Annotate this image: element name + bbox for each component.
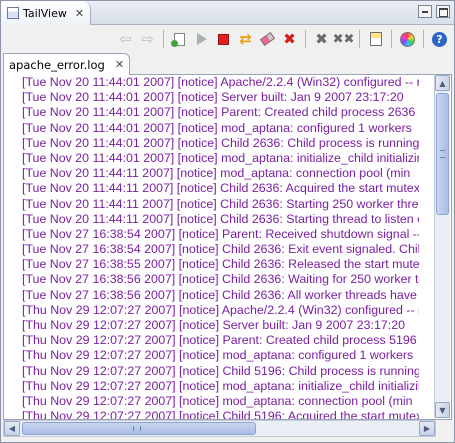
- toolbar-separator: [423, 30, 424, 48]
- maximize-icon[interactable]: [436, 5, 450, 18]
- log-line: [Tue Nov 20 11:44:01 2007] [notice] mod_…: [22, 120, 412, 135]
- vertical-scroll-thumb[interactable]: [436, 93, 449, 215]
- toolbar-separator: [305, 30, 306, 48]
- properties-icon[interactable]: [365, 29, 386, 49]
- view-toolbar: ⇦ ⇨ ⇄ ✖ ✖ ✖✖ ?: [1, 25, 454, 53]
- minimize-icon[interactable]: [418, 5, 432, 18]
- log-line: [Thu Nov 29 12:07:27 2007] [notice] Apac…: [22, 302, 419, 317]
- log-line: [Thu Nov 29 12:07:27 2007] [notice] Pare…: [22, 333, 417, 348]
- scrollbar-corner: [436, 420, 452, 437]
- stop-tail-icon[interactable]: [213, 29, 234, 49]
- tailview-panel: TailView ✕ ⇦ ⇨ ⇄ ✖ ✖ ✖✖ ? apache_error.l…: [0, 0, 455, 443]
- remove-icon[interactable]: ✖: [311, 29, 332, 49]
- log-line: [Thu Nov 29 12:07:27 2007] [notice] mod_…: [22, 348, 414, 363]
- open-log-file-icon[interactable]: [169, 29, 190, 49]
- tab-apache-error-log[interactable]: apache_error.log ✕: [3, 53, 130, 75]
- log-line: [Tue Nov 20 11:44:01 2007] [notice] Pare…: [22, 105, 416, 120]
- view-tab-bar: TailView ✕: [1, 1, 454, 25]
- scroll-right-icon[interactable]: ▶: [419, 421, 435, 436]
- log-viewer[interactable]: [Tue Nov 20 11:44:01 2007] [notice] Apac…: [3, 75, 452, 420]
- log-line: [Thu Nov 29 12:07:27 2007] [notice] mod_…: [22, 378, 419, 393]
- toolbar-separator: [391, 30, 392, 48]
- log-line: [Thu Nov 29 12:07:27 2007] [notice] Chil…: [22, 409, 419, 420]
- tailview-tab[interactable]: TailView ✕: [1, 1, 91, 25]
- log-line: [Tue Nov 27 16:38:56 2007] [notice] Chil…: [22, 287, 419, 302]
- toolbar-separator: [359, 30, 360, 48]
- window-controls: [418, 5, 450, 18]
- log-line: [Tue Nov 27 16:38:54 2007] [notice] Pare…: [22, 226, 419, 241]
- forward-arrow-icon[interactable]: ⇨: [137, 29, 158, 49]
- log-line: [Tue Nov 20 11:44:01 2007] [notice] Chil…: [22, 135, 419, 150]
- log-line: [Tue Nov 20 11:44:11 2007] [notice] Chil…: [22, 196, 419, 211]
- horizontal-scrollbar[interactable]: ◀ ▶: [3, 420, 436, 437]
- close-tab-icon[interactable]: ✕: [115, 58, 124, 71]
- log-line: [Thu Nov 29 12:07:27 2007] [notice] mod_…: [22, 393, 413, 408]
- refresh-icon[interactable]: ⇄: [235, 29, 256, 49]
- view-tab-label: TailView: [23, 6, 67, 20]
- toolbar-separator: [163, 30, 164, 48]
- editor-tab-bar: apache_error.log ✕: [3, 53, 452, 75]
- log-line: [Tue Nov 20 11:44:11 2007] [notice] Chil…: [22, 211, 419, 226]
- close-view-icon[interactable]: ✕: [75, 7, 84, 20]
- log-line: [Thu Nov 29 12:07:27 2007] [notice] Serv…: [22, 318, 405, 332]
- scroll-left-icon[interactable]: ◀: [4, 421, 20, 436]
- scroll-down-icon[interactable]: ▼: [435, 402, 450, 418]
- clear-console-icon[interactable]: [257, 29, 278, 49]
- editor-tab-label: apache_error.log: [9, 57, 105, 72]
- log-lines: [Tue Nov 20 11:44:01 2007] [notice] Apac…: [22, 75, 419, 420]
- log-line: [Tue Nov 27 16:38:56 2007] [notice] Chil…: [22, 272, 419, 287]
- remove-all-icon[interactable]: ✖✖: [333, 29, 355, 49]
- log-line: [Tue Nov 27 16:38:54 2007] [notice] Chil…: [22, 242, 419, 257]
- log-line: [Tue Nov 20 11:44:01 2007] [notice] mod_…: [22, 150, 419, 165]
- log-line: [Tue Nov 20 11:44:01 2007] [notice] Serv…: [22, 90, 404, 105]
- vertical-scrollbar[interactable]: ▲ ▼: [434, 75, 450, 418]
- remove-red-icon[interactable]: ✖: [279, 29, 300, 49]
- tailview-icon: [7, 7, 19, 19]
- log-line: [Tue Nov 20 11:44:01 2007] [notice] Apac…: [22, 75, 419, 89]
- log-line: [Tue Nov 20 11:44:11 2007] [notice] mod_…: [22, 166, 411, 181]
- log-line: [Thu Nov 29 12:07:27 2007] [notice] Chil…: [22, 363, 419, 378]
- horizontal-scroll-thumb[interactable]: [22, 422, 256, 435]
- back-arrow-icon[interactable]: ⇦: [115, 29, 136, 49]
- log-line: [Tue Nov 20 11:44:11 2007] [notice] Chil…: [22, 181, 419, 196]
- help-icon[interactable]: ?: [429, 29, 450, 49]
- scroll-up-icon[interactable]: ▲: [435, 75, 450, 91]
- log-line: [Tue Nov 27 16:38:55 2007] [notice] Chil…: [22, 257, 419, 272]
- start-tail-icon[interactable]: [191, 29, 212, 49]
- color-settings-icon[interactable]: [397, 29, 418, 49]
